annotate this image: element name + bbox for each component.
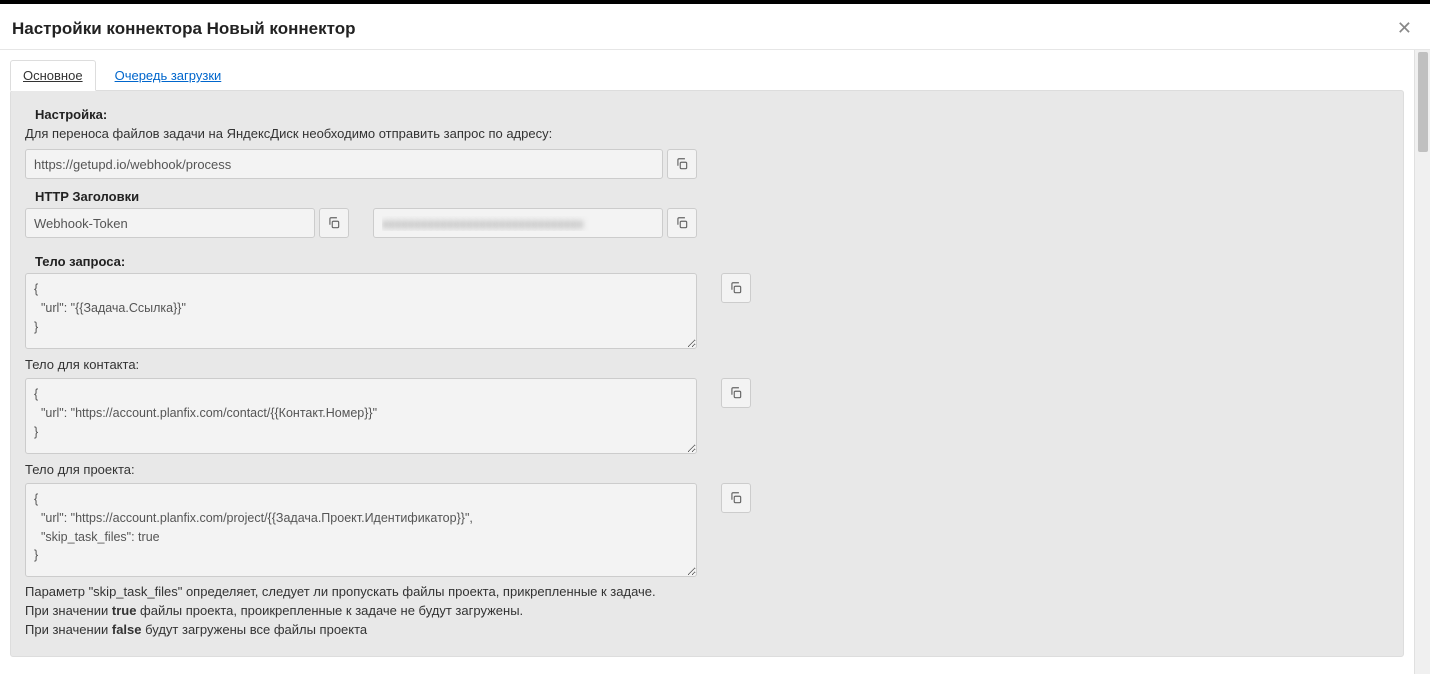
close-icon[interactable]: ✕ [1397, 18, 1412, 39]
copy-icon [729, 386, 743, 400]
body-label: Тело запроса: [25, 254, 1389, 269]
copy-body-project-button[interactable] [721, 483, 751, 513]
contact-label: Тело для контакта: [25, 357, 1389, 372]
note-line-2: При значении true файлы проекта, проикре… [25, 602, 1389, 621]
project-label: Тело для проекта: [25, 462, 1389, 477]
copy-header-name-button[interactable] [319, 208, 349, 238]
header-name-input[interactable] [25, 208, 315, 238]
headers-label: HTTP Заголовки [25, 189, 1389, 204]
copy-header-value-button[interactable] [667, 208, 697, 238]
copy-body-contact-button[interactable] [721, 378, 751, 408]
body-task-textarea[interactable] [25, 273, 697, 349]
note-line-1: Параметр "skip_task_files" определяет, с… [25, 583, 1389, 602]
scrollbar-thumb[interactable] [1418, 52, 1428, 152]
note-line-3: При значении false будут загружены все ф… [25, 621, 1389, 640]
tab-bar: Основное Очередь загрузки [0, 50, 1414, 91]
body-contact-row [25, 378, 1389, 454]
tab-main[interactable]: Основное [10, 60, 96, 91]
header-name-row [25, 208, 349, 238]
headers-row [25, 208, 1389, 248]
body-project-row [25, 483, 1389, 577]
tab-queue[interactable]: Очередь загрузки [102, 60, 235, 91]
dialog-title: Настройки коннектора Новый коннектор [12, 19, 355, 39]
copy-icon [729, 281, 743, 295]
header-value-row [373, 208, 697, 238]
copy-body-task-button[interactable] [721, 273, 751, 303]
settings-description: Для переноса файлов задачи на ЯндексДиск… [25, 126, 1389, 141]
webhook-url-input[interactable] [25, 149, 663, 179]
copy-icon [675, 157, 689, 171]
body-contact-textarea[interactable] [25, 378, 697, 454]
copy-icon [675, 216, 689, 230]
webhook-url-row [25, 149, 697, 179]
copy-url-button[interactable] [667, 149, 697, 179]
copy-icon [729, 491, 743, 505]
dialog-header: Настройки коннектора Новый коннектор ✕ [0, 4, 1430, 50]
scrollbar[interactable] [1414, 50, 1430, 674]
body-project-textarea[interactable] [25, 483, 697, 577]
copy-icon [327, 216, 341, 230]
body-task-row [25, 273, 1389, 349]
header-value-input[interactable] [373, 208, 663, 238]
skip-files-note: Параметр "skip_task_files" определяет, с… [25, 583, 1389, 640]
settings-panel: Настройка: Для переноса файлов задачи на… [10, 90, 1404, 657]
main-content: Основное Очередь загрузки Настройка: Для… [0, 50, 1414, 674]
settings-label: Настройка: [25, 107, 1389, 122]
